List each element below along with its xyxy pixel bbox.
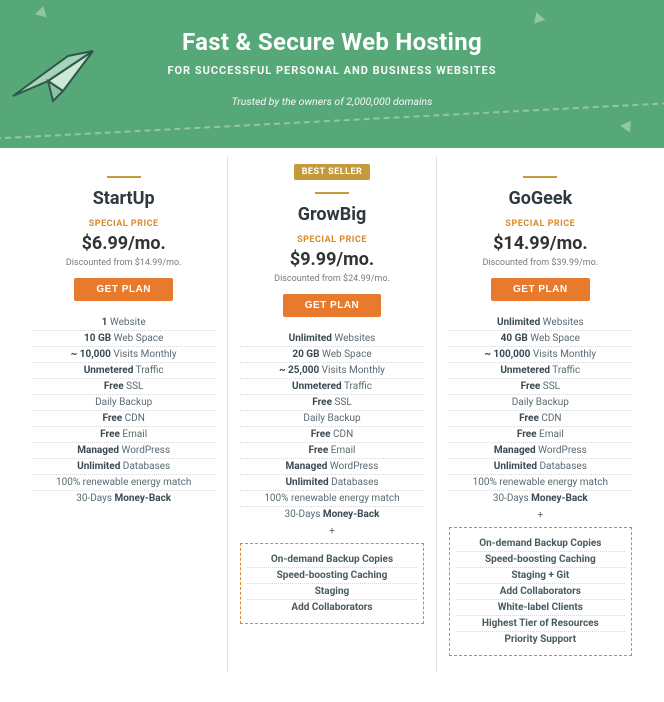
feature-item: Free CDN (449, 411, 632, 427)
feature-item: Unlimited Databases (449, 459, 632, 475)
feature-item: Unmetered Traffic (449, 363, 632, 379)
get-plan-button[interactable]: GET PLAN (491, 278, 590, 301)
decor-triangle (531, 10, 546, 24)
feature-item: 30-Days Money-Back (449, 491, 632, 506)
feature-item: Daily Backup (32, 395, 215, 411)
extra-item: On-demand Backup Copies (247, 552, 416, 568)
special-price-label: SPECIAL PRICE (240, 235, 423, 245)
feature-item: Free Email (240, 443, 423, 459)
feature-item: Daily Backup (240, 411, 423, 427)
feature-item: 100% renewable energy match (449, 475, 632, 491)
plan-rule (107, 176, 141, 178)
plan-price: $9.99/mo. (240, 249, 423, 270)
feature-item: Free Email (32, 427, 215, 443)
feature-item: ~ 10,000 Visits Monthly (32, 347, 215, 363)
plan-name: GrowBig (240, 204, 423, 225)
feature-item: Managed WordPress (240, 459, 423, 475)
feature-item: Free Email (449, 427, 632, 443)
hero-trusted-text: Trusted by the owners of 2,000,000 domai… (20, 95, 644, 108)
best-seller-badge: BEST SELLER (294, 164, 371, 180)
extra-item: Priority Support (456, 632, 625, 647)
feature-item: ~ 100,000 Visits Monthly (449, 347, 632, 363)
feature-item: ~ 25,000 Visits Monthly (240, 363, 423, 379)
extra-item: Staging + Git (456, 568, 625, 584)
extra-item: Add Collaborators (247, 600, 416, 615)
plan-name: StartUp (32, 188, 215, 209)
special-price-label: SPECIAL PRICE (449, 219, 632, 229)
extras-list: On-demand Backup CopiesSpeed-boosting Ca… (240, 543, 423, 624)
feature-item: Daily Backup (449, 395, 632, 411)
feature-item: 1 Website (32, 315, 215, 331)
plan-price: $14.99/mo. (449, 233, 632, 254)
plan-startup: StartUp SPECIAL PRICE $6.99/mo. Discounted … (20, 156, 227, 672)
feature-item: Unmetered Traffic (240, 379, 423, 395)
extra-item: Speed-boosting Caching (247, 568, 416, 584)
feature-item: 30-Days Money-Back (32, 491, 215, 506)
extra-item: On-demand Backup Copies (456, 536, 625, 552)
extra-item: White-label Clients (456, 600, 625, 616)
hero-title: Fast & Secure Web Hosting (20, 28, 644, 56)
feature-item: 40 GB Web Space (449, 331, 632, 347)
feature-item: Unlimited Databases (32, 459, 215, 475)
feature-item: Free SSL (240, 395, 423, 411)
feature-item: Unlimited Databases (240, 475, 423, 491)
plan-name: GoGeek (449, 188, 632, 209)
plan-price: $6.99/mo. (32, 233, 215, 254)
feature-list: Unlimited Websites40 GB Web Space~ 100,0… (449, 315, 632, 506)
hero-banner: Fast & Secure Web Hosting FOR SUCCESSFUL… (0, 0, 664, 148)
pricing-table: StartUp SPECIAL PRICE $6.99/mo. Discounted … (0, 148, 664, 702)
feature-item: Free CDN (32, 411, 215, 427)
feature-item: Managed WordPress (449, 443, 632, 459)
extra-item: Highest Tier of Resources (456, 616, 625, 632)
decor-triangle (620, 117, 636, 132)
get-plan-button[interactable]: GET PLAN (283, 294, 382, 317)
plan-gogeek: GoGeek SPECIAL PRICE $14.99/mo. Discounted … (436, 156, 644, 672)
feature-item: Free SSL (449, 379, 632, 395)
feature-item: 100% renewable energy match (240, 491, 423, 507)
plan-discount: Discounted from $39.99/mo. (449, 258, 632, 268)
extra-item: Staging (247, 584, 416, 600)
feature-item: Unlimited Websites (449, 315, 632, 331)
feature-item: Unlimited Websites (240, 331, 423, 347)
plan-growbig: BEST SELLER GrowBig SPECIAL PRICE $9.99/mo.… (227, 156, 435, 672)
extra-item: Speed-boosting Caching (456, 552, 625, 568)
feature-item: 30-Days Money-Back (240, 507, 423, 522)
plus-divider: + (240, 522, 423, 539)
feature-item: 10 GB Web Space (32, 331, 215, 347)
feature-item: Free CDN (240, 427, 423, 443)
extras-list: On-demand Backup CopiesSpeed-boosting Ca… (449, 527, 632, 656)
decor-triangle (35, 5, 49, 18)
hero-subtitle: FOR SUCCESSFUL PERSONAL AND BUSINESS WEB… (20, 64, 644, 77)
extra-item: Add Collaborators (456, 584, 625, 600)
plan-rule (315, 192, 349, 194)
feature-item: 100% renewable energy match (32, 475, 215, 491)
plan-discount: Discounted from $24.99/mo. (240, 274, 423, 284)
feature-list: Unlimited Websites20 GB Web Space~ 25,00… (240, 331, 423, 522)
plus-divider: + (449, 506, 632, 523)
plan-rule (523, 176, 557, 178)
plan-discount: Discounted from $14.99/mo. (32, 258, 215, 268)
feature-item: Managed WordPress (32, 443, 215, 459)
feature-item: Free SSL (32, 379, 215, 395)
feature-item: Unmetered Traffic (32, 363, 215, 379)
get-plan-button[interactable]: GET PLAN (74, 278, 173, 301)
feature-item: 20 GB Web Space (240, 347, 423, 363)
special-price-label: SPECIAL PRICE (32, 219, 215, 229)
feature-list: 1 Website10 GB Web Space~ 10,000 Visits … (32, 315, 215, 506)
